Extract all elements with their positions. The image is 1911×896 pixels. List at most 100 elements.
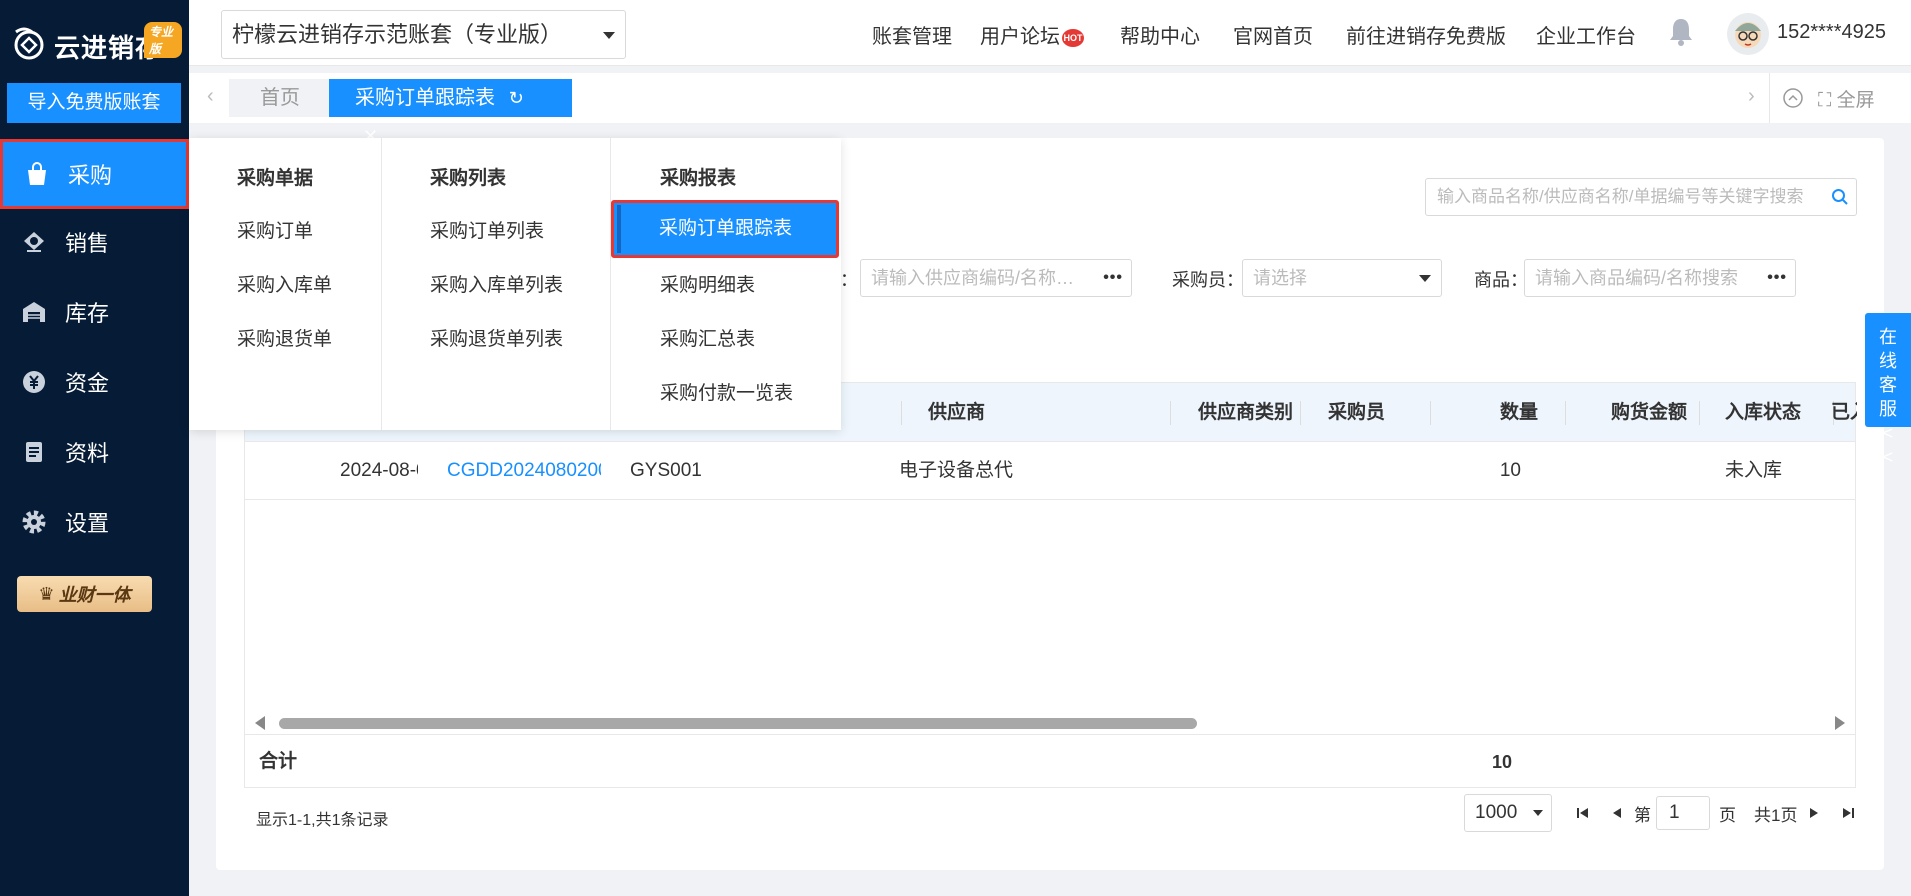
cell-status: 未入库 <box>1725 460 1783 481</box>
menu-column-documents: 采购单据 采购订单 采购入库单 采购退货单 <box>189 138 381 430</box>
forum-label: 用户论坛 <box>980 26 1060 48</box>
logo-icon <box>14 27 44 60</box>
menu-item-purchase-order[interactable]: 采购订单 <box>237 216 313 243</box>
shopping-bag-icon <box>23 160 51 188</box>
caret-down-icon <box>1533 810 1543 816</box>
sidebar-item-label: 库存 <box>65 301 110 326</box>
sidebar-item-label: 资料 <box>65 441 110 466</box>
menu-item-detail-report[interactable]: 采购明细表 <box>660 270 755 297</box>
table-row[interactable]: 2024-08-0 CGDD2024080200 GYS001 电子设备总代 1… <box>244 442 1856 500</box>
th-buyer[interactable]: 采购员 <box>1328 383 1385 443</box>
menu-item-purchase-return[interactable]: 采购退货单 <box>237 324 332 351</box>
top-header: 柠檬云进销存示范账套（专业版） 账套管理 用户论坛 HOT 帮助中心 官网首页 前… <box>189 0 1911 66</box>
supplier-placeholder: 请输入供应商编码/名称… <box>871 268 1074 288</box>
th-qty[interactable]: 数量 <box>1500 383 1538 443</box>
yecai-button[interactable]: ♛ 业财一体 <box>17 576 152 612</box>
th-amount[interactable]: 购货金额 <box>1567 383 1687 443</box>
buyer-select[interactable]: 请选择 <box>1242 259 1442 297</box>
record-info: 显示1-1,共1条记录 <box>256 812 389 829</box>
help-link[interactable]: 帮助中心 <box>1120 20 1200 49</box>
sidebar-item-label: 设置 <box>65 511 110 536</box>
product-filter-input[interactable]: 请输入商品编码/名称搜索 ••• <box>1524 259 1796 297</box>
website-link[interactable]: 官网首页 <box>1233 20 1313 49</box>
menu-item-order-tracking[interactable]: 采购订单跟踪表 <box>611 200 839 258</box>
yen-coin-icon <box>20 368 48 396</box>
forum-link[interactable]: 用户论坛 HOT <box>980 20 1084 49</box>
menu-item-summary-report[interactable]: 采购汇总表 <box>660 324 755 351</box>
page-prefix: 第 <box>1634 805 1651 825</box>
import-free-account-button[interactable]: 导入免费版账套 <box>7 83 181 123</box>
sidebar-item-settings[interactable]: 设置 <box>0 487 189 557</box>
scroll-right-icon[interactable] <box>1835 716 1845 730</box>
cell-supplier: 电子设备总代 <box>899 460 1014 481</box>
fullscreen-label: 全屏 <box>1836 89 1875 111</box>
account-mgmt-link[interactable]: 账套管理 <box>872 20 952 49</box>
tab-scroll-left-icon[interactable]: ‹ <box>207 85 214 108</box>
caret-down-icon <box>1419 275 1431 282</box>
fullscreen-button[interactable]: ⛶ 全屏 <box>1818 85 1875 112</box>
menu-item-order-list[interactable]: 采购订单列表 <box>430 216 544 243</box>
page-number-input[interactable]: 1 <box>1656 796 1710 830</box>
cell-qty: 10 <box>1499 460 1521 481</box>
sidebar-item-sales[interactable]: 销售 <box>0 207 189 277</box>
collapse-up-icon[interactable] <box>1782 87 1804 109</box>
tab-purchase-order-tracking[interactable]: 采购订单跟踪表 ↻ ✕ <box>329 79 572 146</box>
sidebar-item-label: 采购 <box>68 163 113 188</box>
th-status[interactable]: 入库状态 <box>1725 383 1801 443</box>
column-divider <box>1565 401 1566 425</box>
cell-date: 2024-08-0 <box>340 460 418 481</box>
menu-item-purchase-inbound[interactable]: 采购入库单 <box>237 270 332 297</box>
cs-text: 在线客服<< <box>1879 327 1897 467</box>
th-supplier[interactable]: 供应商 <box>928 383 985 443</box>
column-divider <box>1430 401 1431 425</box>
tab-home[interactable]: 首页 <box>229 79 331 117</box>
tab-scroll-right-icon[interactable]: › <box>1748 85 1755 108</box>
scrollbar-thumb[interactable] <box>279 718 1197 729</box>
scroll-left-icon[interactable] <box>255 716 265 730</box>
sidebar-item-data[interactable]: 资料 <box>0 417 189 487</box>
sidebar-item-label: 销售 <box>65 231 110 256</box>
pro-badge: 专业版 <box>144 22 182 58</box>
account-name: 柠檬云进销存示范账套（专业版） <box>232 22 563 47</box>
prev-page-icon[interactable] <box>1606 802 1628 824</box>
keyword-search-input[interactable]: 输入商品名称/供应商名称/单据编号等关键字搜索 <box>1425 178 1857 216</box>
search-icon[interactable] <box>1830 187 1850 207</box>
first-page-icon[interactable] <box>1572 802 1594 824</box>
horizontal-scrollbar[interactable] <box>244 712 1856 734</box>
crown-icon: ♛ <box>38 583 55 604</box>
more-icon[interactable]: ••• <box>1767 260 1787 296</box>
user-phone[interactable]: 152****4925 <box>1777 21 1886 44</box>
column-divider <box>1300 401 1301 425</box>
supplier-filter-input[interactable]: 请输入供应商编码/名称… ••• <box>860 259 1132 297</box>
sidebar-item-inventory[interactable]: 库存 <box>0 277 189 347</box>
hot-badge: HOT <box>1062 28 1084 47</box>
menu-item-inbound-list[interactable]: 采购入库单列表 <box>430 270 563 297</box>
sidebar-item-funds[interactable]: 资金 <box>0 347 189 417</box>
page-size-select[interactable]: 1000 <box>1464 794 1552 832</box>
last-page-icon[interactable] <box>1837 802 1859 824</box>
next-page-icon[interactable] <box>1803 802 1825 824</box>
free-version-link[interactable]: 前往进销存免费版 <box>1346 20 1506 49</box>
logo[interactable]: 云进销存 专业版 <box>12 14 182 64</box>
online-customer-service-button[interactable]: 在线客服<< <box>1865 313 1911 467</box>
column-divider <box>1170 401 1171 425</box>
th-supplier-type[interactable]: 供应商类别 <box>1198 383 1293 443</box>
menu-item-return-list[interactable]: 采购退货单列表 <box>430 324 563 351</box>
sum-label: 合计 <box>259 751 298 772</box>
bell-icon[interactable] <box>1667 16 1695 48</box>
avatar[interactable] <box>1727 13 1769 55</box>
more-icon[interactable]: ••• <box>1103 260 1123 296</box>
sidebar-item-purchase[interactable]: 采购 <box>0 139 189 209</box>
menu-title: 采购列表 <box>430 168 507 189</box>
workbench-link[interactable]: 企业工作台 <box>1536 20 1636 49</box>
menu-item-payment-overview[interactable]: 采购付款一览表 <box>660 378 793 405</box>
yecai-label: 业财一体 <box>58 585 131 605</box>
warehouse-icon <box>20 298 48 326</box>
page-size-value: 1000 <box>1475 802 1518 823</box>
th-received[interactable]: 已入 <box>1831 383 1857 443</box>
account-select[interactable]: 柠檬云进销存示范账套（专业版） <box>221 10 626 59</box>
refresh-icon[interactable]: ↻ <box>509 79 524 117</box>
cell-order-no[interactable]: CGDD2024080200 <box>447 442 601 500</box>
gear-icon <box>20 508 48 536</box>
tab-label: 采购订单跟踪表 <box>355 87 495 109</box>
